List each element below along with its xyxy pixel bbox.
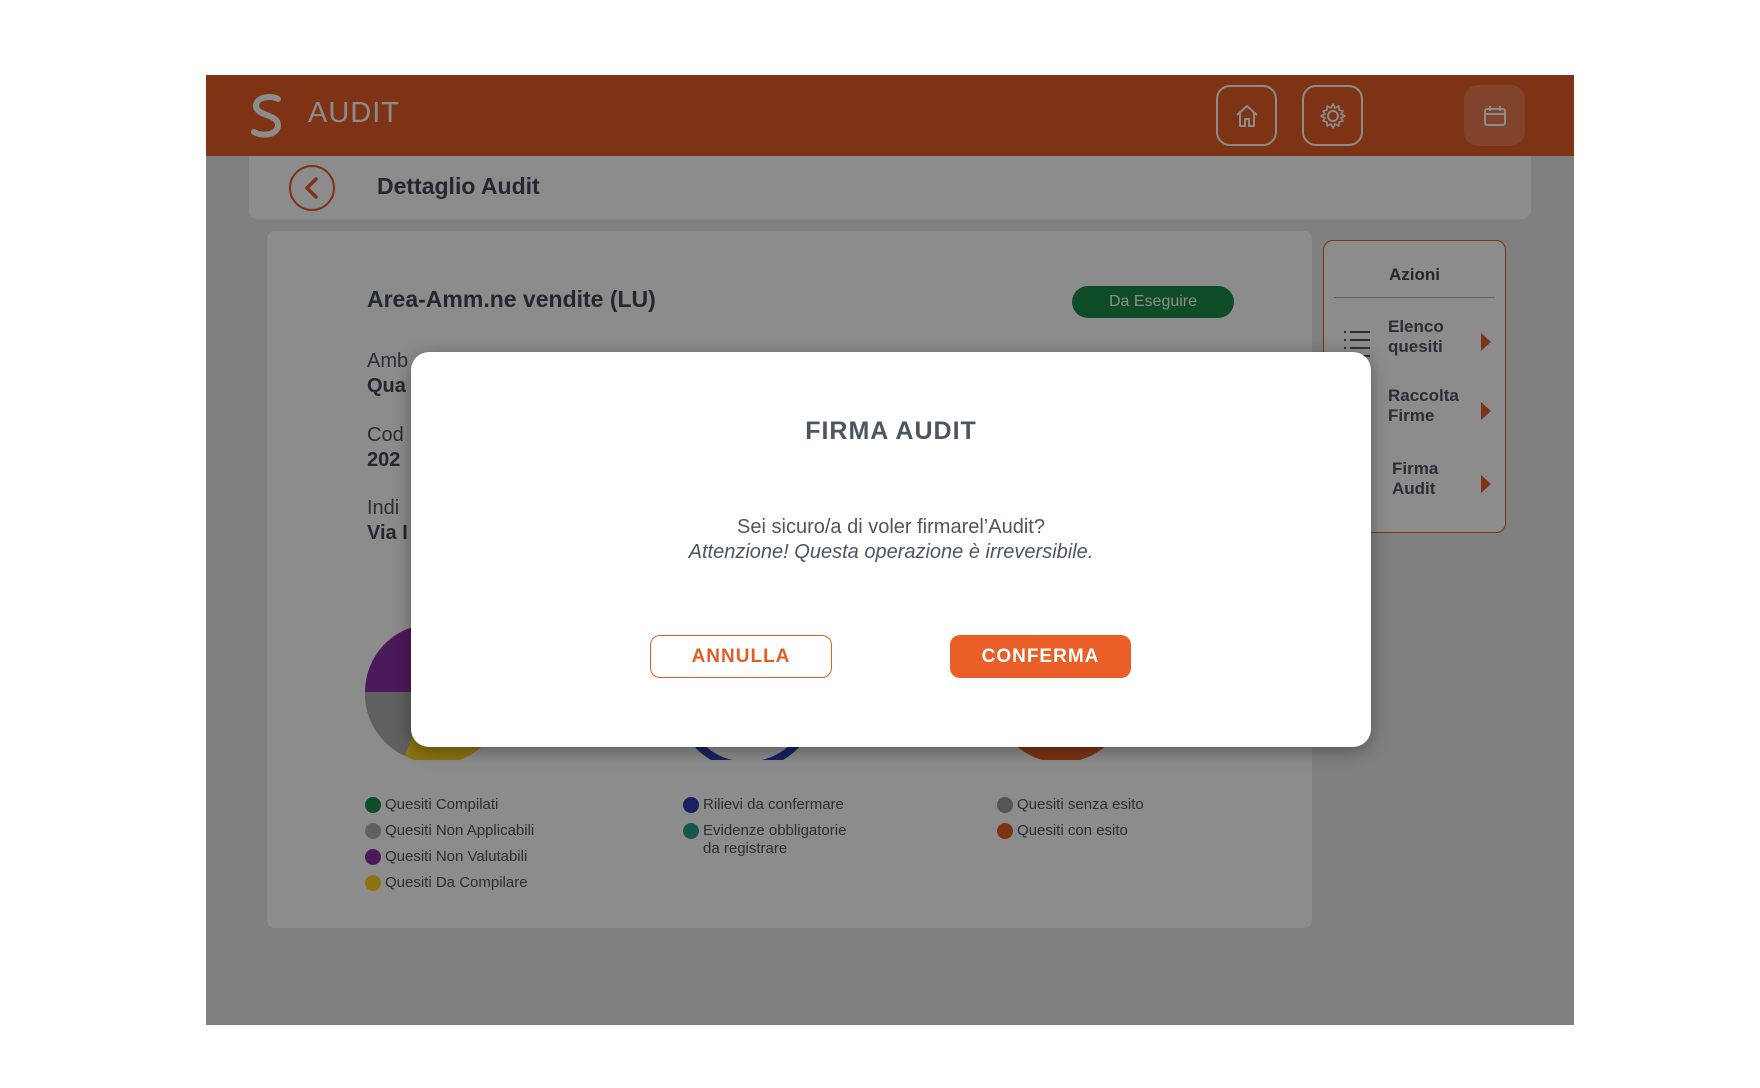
dialog-warning: Attenzione! Questa operazione è irrevers…	[688, 541, 1094, 563]
dialog-question: Sei sicuro/a di voler firmarel’Audit?	[737, 516, 1045, 538]
confirm-button[interactable]: CONFERMA	[950, 635, 1131, 678]
firma-audit-dialog: FIRMA AUDIT Sei sicuro/a di voler firmar…	[411, 352, 1371, 747]
cancel-button[interactable]: ANNULLA	[650, 635, 832, 678]
dialog-title: FIRMA AUDIT	[805, 417, 977, 445]
